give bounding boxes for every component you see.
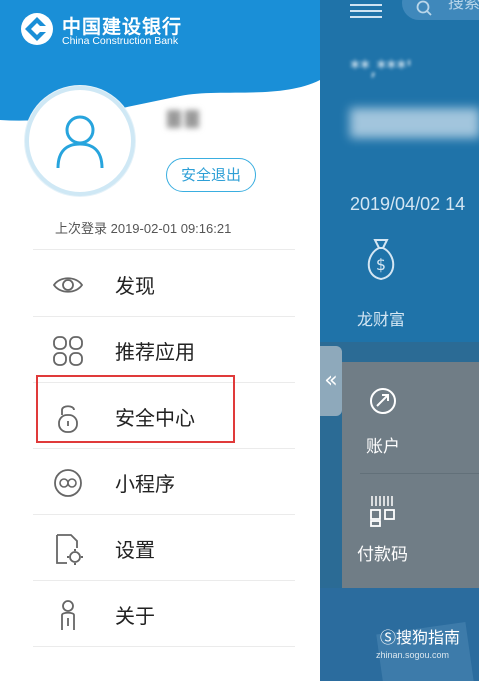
- background-header: [320, 0, 479, 342]
- menu-item-about[interactable]: 关于: [33, 582, 295, 646]
- account-label[interactable]: 账户: [366, 432, 400, 457]
- divider: [33, 514, 295, 515]
- menu-item-settings[interactable]: 设置: [33, 516, 295, 580]
- watermark-text: 搜狗指南: [396, 628, 461, 647]
- wealth-label[interactable]: 龙财富: [357, 306, 405, 330]
- pay-code-icon[interactable]: [368, 494, 398, 528]
- menu-item-recommended-apps[interactable]: 推荐应用: [33, 318, 295, 382]
- watermark-logo-icon: Ⓢ: [380, 628, 397, 647]
- menu-item-label: 设置: [115, 538, 155, 562]
- menu-item-discover[interactable]: 发现: [33, 252, 295, 316]
- menu-item-mini-programs[interactable]: 小程序: [33, 450, 295, 514]
- account-icon[interactable]: [368, 386, 398, 416]
- masked-balance: **,***': [350, 56, 412, 80]
- search-placeholder: 搜索: [448, 0, 479, 12]
- user-icon: [56, 115, 104, 169]
- money-bag-icon[interactable]: $: [362, 236, 400, 282]
- side-drawer: 中国建设银行 China Construction Bank 安全退出 上次登录…: [0, 0, 320, 681]
- svg-text:$: $: [376, 255, 386, 274]
- divider: [33, 646, 295, 647]
- divider: [33, 580, 295, 581]
- avatar[interactable]: [25, 86, 135, 196]
- apps-grid-icon: [53, 336, 83, 366]
- pay-code-label[interactable]: 付款码: [357, 540, 408, 565]
- masked-account-number: [350, 108, 479, 138]
- username-masked: [167, 110, 223, 132]
- highlight-annotation-box: [36, 375, 235, 443]
- menu-item-label: 推荐应用: [115, 340, 195, 364]
- hamburger-menu-icon[interactable]: [350, 4, 382, 18]
- menu-item-label: 关于: [115, 604, 155, 628]
- eye-icon: [52, 277, 84, 293]
- ccb-logo-icon: [21, 13, 53, 45]
- search-bar[interactable]: 搜索: [402, 0, 479, 20]
- person-info-icon: [61, 600, 75, 630]
- logout-button[interactable]: 安全退出: [166, 158, 256, 192]
- menu-item-label: 小程序: [115, 472, 175, 496]
- last-login-info: 上次登录 2019-02-01 09:16:21: [55, 221, 232, 236]
- divider: [33, 316, 295, 317]
- background-date: 2019/04/02 14: [350, 194, 466, 214]
- divider: [33, 448, 295, 449]
- divider: [33, 249, 295, 250]
- settings-document-icon: [56, 534, 83, 565]
- watermark-url: zhinan.sogou.com: [376, 650, 450, 660]
- search-icon: [416, 0, 432, 16]
- bank-name-english: China Construction Bank: [62, 35, 179, 47]
- watermark: Ⓢ搜狗指南: [380, 624, 460, 648]
- collapse-drawer-handle[interactable]: «: [320, 346, 342, 416]
- mini-program-icon: [54, 469, 82, 497]
- menu-item-label: 发现: [115, 274, 155, 298]
